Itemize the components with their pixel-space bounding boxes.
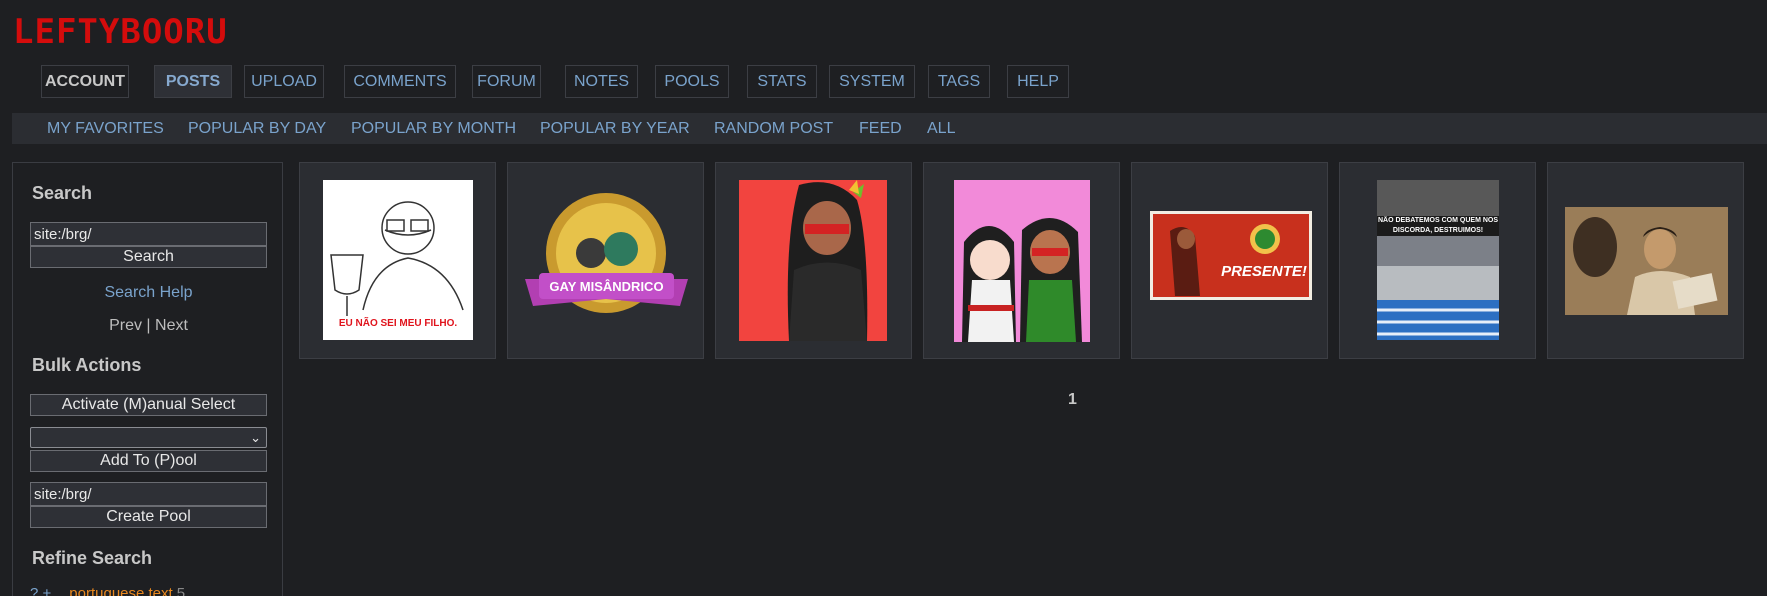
nav-forum[interactable]: FORUM [472, 65, 541, 98]
nav-upload[interactable]: UPLOAD [244, 65, 324, 98]
thumbnail-image [954, 180, 1090, 342]
subnav-popular-by-year[interactable]: POPULAR BY YEAR [540, 113, 690, 144]
thumbnail-image: PRESENTE! [1150, 211, 1312, 300]
post-thumbnail[interactable] [1547, 162, 1744, 359]
refine-search-heading: Refine Search [32, 548, 153, 568]
activate-manual-select-button[interactable]: Activate (M)anual Select [30, 394, 267, 416]
thumbnail-image [1565, 207, 1728, 315]
subnav-popular-by-day[interactable]: POPULAR BY DAY [188, 113, 326, 144]
post-thumbnail[interactable]: EU NÃO SEI MEU FILHO. [299, 162, 496, 359]
post-thumbnail[interactable]: NÃO DEBATEMOS COM QUEM NOS DISCORDA, DES… [1339, 162, 1536, 359]
nav-comments[interactable]: COMMENTS [344, 65, 456, 98]
subnav-all[interactable]: ALL [927, 113, 955, 144]
thumbnail-image: GAY MISÂNDRICO [525, 193, 688, 318]
post-thumbnail[interactable]: PRESENTE! [1131, 162, 1328, 359]
search-help-link[interactable]: Search Help [13, 284, 284, 302]
nav-tags[interactable]: TAGS [928, 65, 990, 98]
post-thumbnail[interactable] [923, 162, 1120, 359]
nav-system[interactable]: SYSTEM [829, 65, 915, 98]
refine-tag-row: ? + portuguese text 5 [30, 585, 185, 596]
pool-name-input[interactable] [30, 482, 267, 506]
thumbnail-caption: NÃO DEBATEMOS COM QUEM NOS DISCORDA, DES… [1377, 216, 1499, 236]
search-button[interactable]: Search [30, 246, 267, 268]
search-heading: Search [32, 183, 93, 203]
create-pool-button[interactable]: Create Pool [30, 506, 267, 528]
nav-pools[interactable]: POOLS [655, 65, 729, 98]
nav-account[interactable]: ACCOUNT [41, 65, 129, 98]
post-thumbnail[interactable]: GAY MISÂNDRICO [507, 162, 704, 359]
subnav-feed[interactable]: FEED [859, 113, 902, 144]
sidebar: Search Search Search Help Prev | Next Bu… [12, 162, 283, 596]
thumbnail-caption: PRESENTE! [1221, 263, 1307, 280]
search-input[interactable] [30, 222, 267, 246]
tag-link[interactable]: portuguese text [69, 585, 172, 596]
pool-select[interactable]: ⌄ [30, 427, 267, 448]
thumbnail-caption: GAY MISÂNDRICO [549, 279, 664, 294]
prev-link[interactable]: Prev [109, 317, 142, 334]
nav-posts[interactable]: POSTS [154, 65, 232, 98]
tag-count: 5 [176, 585, 186, 596]
nav-notes[interactable]: NOTES [565, 65, 638, 98]
thumbnail-image: NÃO DEBATEMOS COM QUEM NOS DISCORDA, DES… [1377, 180, 1499, 340]
nav-help[interactable]: HELP [1007, 65, 1069, 98]
post-thumbnail[interactable] [715, 162, 912, 359]
thumbnail-image: EU NÃO SEI MEU FILHO. [323, 180, 473, 340]
tag-ops[interactable]: ? + [30, 585, 51, 596]
sub-nav: MY FAVORITES POPULAR BY DAY POPULAR BY M… [12, 113, 1767, 144]
paginator-separator: | [146, 317, 151, 334]
add-to-pool-button[interactable]: Add To (P)ool [30, 450, 267, 472]
next-link[interactable]: Next [155, 317, 188, 334]
subnav-my-favorites[interactable]: MY FAVORITES [47, 113, 164, 144]
bulk-actions-heading: Bulk Actions [32, 355, 142, 375]
nav-stats[interactable]: STATS [747, 65, 817, 98]
subnav-popular-by-month[interactable]: POPULAR BY MONTH [351, 113, 516, 144]
chevron-down-icon: ⌄ [250, 430, 261, 445]
subnav-random-post[interactable]: RANDOM POST [714, 113, 833, 144]
page-number-current[interactable]: 1 [1068, 391, 1077, 409]
thumbnail-caption: EU NÃO SEI MEU FILHO. [338, 318, 458, 329]
site-logo[interactable]: LEFTYBOORU [13, 12, 228, 52]
thumbnail-image [739, 180, 887, 341]
paginator-links: Prev | Next [13, 317, 284, 335]
